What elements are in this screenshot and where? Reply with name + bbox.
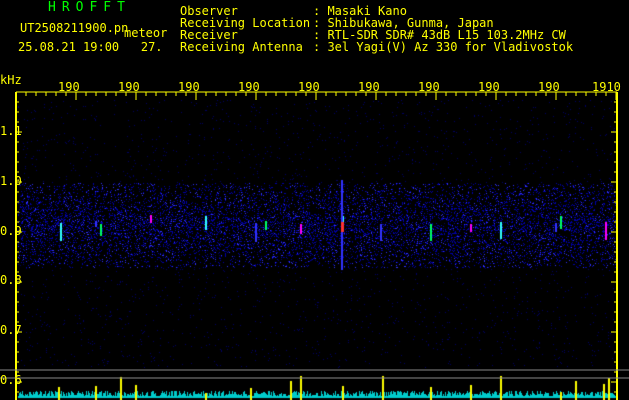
y-tick-label: 0.8: [0, 273, 22, 287]
info-value-antenna: : 3el Yagi(V) Az 330 for Vladivostok: [313, 40, 574, 54]
extra-value: 27.: [140, 40, 163, 54]
x-tick-label: 190: [58, 80, 80, 94]
axis-layer: [0, 91, 629, 400]
info-label-antenna: Receiving Antenna: [180, 40, 303, 54]
y-tick-label: 1.0: [0, 174, 22, 188]
x-tick-label: 190: [358, 80, 380, 94]
program-title: HROFFT: [48, 0, 131, 15]
x-tick-label: 190: [238, 80, 260, 94]
y-tick-label: 1.1: [0, 124, 22, 138]
y-tick-label: 0.6: [0, 373, 22, 387]
x-tick-label: 190: [538, 80, 560, 94]
x-tick-label: 190: [418, 80, 440, 94]
file-suffix: meteor: [124, 26, 168, 40]
y-tick-label: 0.9: [0, 224, 22, 238]
x-tick-label: 190: [478, 80, 500, 94]
y-tick-label: 0.7: [0, 323, 22, 337]
file-name: UT2508211900.pn: [20, 21, 129, 35]
x-tick-label: 190: [298, 80, 320, 94]
y-axis-unit: kHz: [0, 73, 22, 87]
datetime-text: 25.08.21 19:00: [18, 40, 120, 54]
observation-datetime: 25.08.21 19:00 27.: [18, 41, 163, 53]
x-tick-label: 190: [178, 80, 200, 94]
x-tick-label: 190: [118, 80, 140, 94]
x-tick-label: 1910: [592, 80, 621, 94]
